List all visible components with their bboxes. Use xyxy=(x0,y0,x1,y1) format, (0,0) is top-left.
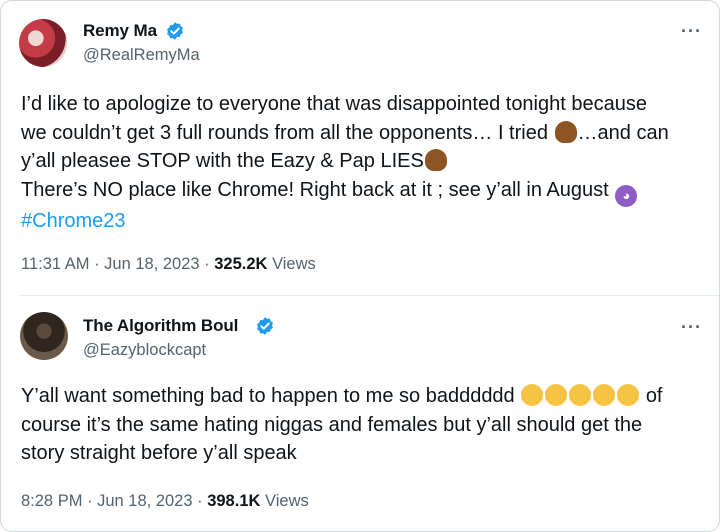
person-facepalm-emoji xyxy=(554,120,577,143)
tweet-card-frame: Remy Ma @RealRemyMa ··· I’d like to apol… xyxy=(0,0,720,532)
author-name[interactable]: The Algorithm Boul xyxy=(83,316,238,336)
tweet-text-segment: we couldn’t get 3 full rounds from all t… xyxy=(21,121,548,144)
verified-badge-icon xyxy=(257,317,273,335)
tweet-text-line: #Chrome23 xyxy=(21,207,701,236)
verified-badge-icon xyxy=(167,22,183,40)
author-handle[interactable]: @RealRemyMa xyxy=(83,46,200,65)
tweet-text-line: we couldn’t get 3 full rounds from all t… xyxy=(21,119,701,148)
face-with-tears-of-joy-emoji xyxy=(521,384,544,406)
tweet-remy-ma[interactable]: Remy Ma @RealRemyMa ··· I’d like to apol… xyxy=(1,1,719,295)
avatar[interactable] xyxy=(20,312,68,360)
face-with-tears-of-joy-emoji xyxy=(569,384,592,406)
face-with-tears-of-joy-emoji xyxy=(617,384,640,406)
tweet-algorithm-boul[interactable]: The Algorithm Boul @Eazyblockcapt ··· Y’… xyxy=(1,297,719,531)
more-options-icon[interactable]: ··· xyxy=(681,317,702,338)
tweet-text-segment: of xyxy=(645,385,663,407)
face-with-tears-of-joy-emoji xyxy=(545,384,568,406)
hashtag-link[interactable]: #Chrome23 xyxy=(21,210,126,232)
tweet-text-line: I’d like to apologize to everyone that w… xyxy=(21,93,647,115)
smiling-face-with-horns-emoji: ◕ xyxy=(615,184,638,207)
author-name[interactable]: Remy Ma xyxy=(83,21,157,41)
views-label: Views xyxy=(272,255,316,273)
person-gesturing-no-emoji xyxy=(424,149,447,171)
timestamp-link[interactable]: 11:31 AM · Jun 18, 2023 · xyxy=(21,255,210,273)
tweet-text-segment: …and can xyxy=(577,121,669,144)
author-handle[interactable]: @Eazyblockcapt xyxy=(83,341,206,360)
tweet-text-segment: y’all pleasee STOP with the Eazy & Pap L… xyxy=(21,150,424,172)
more-options-icon[interactable]: ··· xyxy=(681,21,702,42)
views-count: 398.1K xyxy=(207,492,261,510)
tweet-text-line: Y’all want something bad to happen to me… xyxy=(21,382,701,411)
views-label: Views xyxy=(265,492,309,510)
tweet-text-segment: Y’all want something bad to happen to me… xyxy=(21,385,515,407)
tweet-text-segment: There’s NO place like Chrome! Right back… xyxy=(21,178,609,201)
tweet-text: I’d like to apologize to everyone that w… xyxy=(21,90,701,235)
tweet-text-line: story straight before y’all speak xyxy=(21,442,297,464)
tweet-text-line: There’s NO place like Chrome! Right back… xyxy=(21,176,701,207)
tweet-text-line: course it’s the same hating niggas and f… xyxy=(21,413,643,436)
tweet-text: Y’all want something bad to happen to me… xyxy=(21,382,701,468)
timestamp-link[interactable]: 8:28 PM · Jun 18, 2023 · xyxy=(21,492,203,510)
tweet-meta: 11:31 AM · Jun 18, 2023 · 325.2K Views xyxy=(21,255,316,274)
face-with-tears-of-joy-emoji xyxy=(593,384,616,406)
avatar[interactable] xyxy=(19,19,67,67)
tweet-text-line: y’all pleasee STOP with the Eazy & Pap L… xyxy=(21,147,701,176)
tweet-meta: 8:28 PM · Jun 18, 2023 · 398.1K Views xyxy=(21,492,309,511)
views-count: 325.2K xyxy=(214,255,268,273)
tweet-divider xyxy=(19,295,719,296)
